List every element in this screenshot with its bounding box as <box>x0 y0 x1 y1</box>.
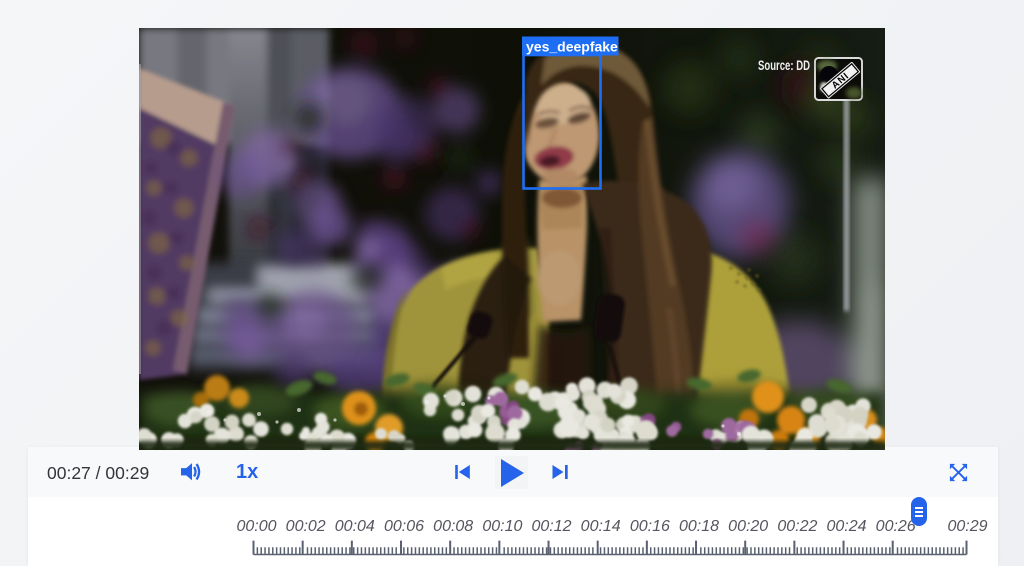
svg-text:yes_deepfake: yes_deepfake <box>526 38 618 54</box>
svg-text:Source: DD: Source: DD <box>758 58 810 73</box>
